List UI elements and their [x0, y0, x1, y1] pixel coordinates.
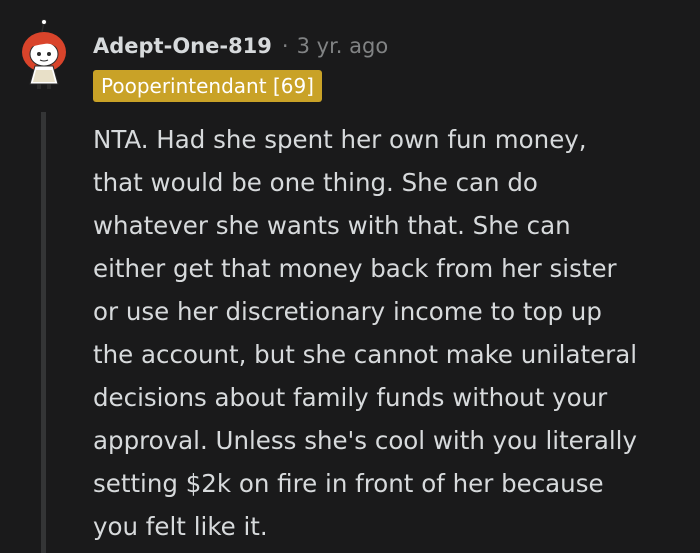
comment-body-line: whatever she wants with that. She can — [93, 211, 571, 240]
comment-timestamp[interactable]: 3 yr. ago — [297, 34, 389, 58]
comment-body-line: the account, but she cannot make unilate… — [93, 340, 638, 369]
comment-body-line: or use her discretionary income to top u… — [93, 297, 602, 326]
user-avatar[interactable] — [18, 18, 70, 90]
comment-body-line: decisions about family funds without you… — [93, 383, 608, 412]
comment-body-line: either get that money back from her sist… — [93, 254, 617, 283]
comment-body-line: that would be one thing. She can do — [93, 168, 538, 197]
meta-separator: · — [281, 34, 289, 58]
comment-body-line: approval. Unless she's cool with you lit… — [93, 426, 637, 455]
comment-body-line: setting $2k on fire in front of her beca… — [93, 469, 604, 498]
comment-body-line: NTA. Had she spent her own fun money, — [93, 125, 587, 154]
snoo-avatar-icon — [22, 19, 66, 89]
comment: Adept-One-819 · 3 yr. ago Pooperintendan… — [0, 0, 700, 553]
author-username[interactable]: Adept-One-819 — [93, 34, 272, 58]
comment-meta: Adept-One-819 · 3 yr. ago — [93, 30, 388, 62]
user-flair: Pooperintendant [69] — [93, 70, 322, 102]
thread-collapse-line[interactable] — [41, 112, 46, 553]
comment-body-line: you felt like it. — [93, 512, 268, 541]
comment-body: NTA. Had she spent her own fun money, th… — [93, 118, 693, 548]
